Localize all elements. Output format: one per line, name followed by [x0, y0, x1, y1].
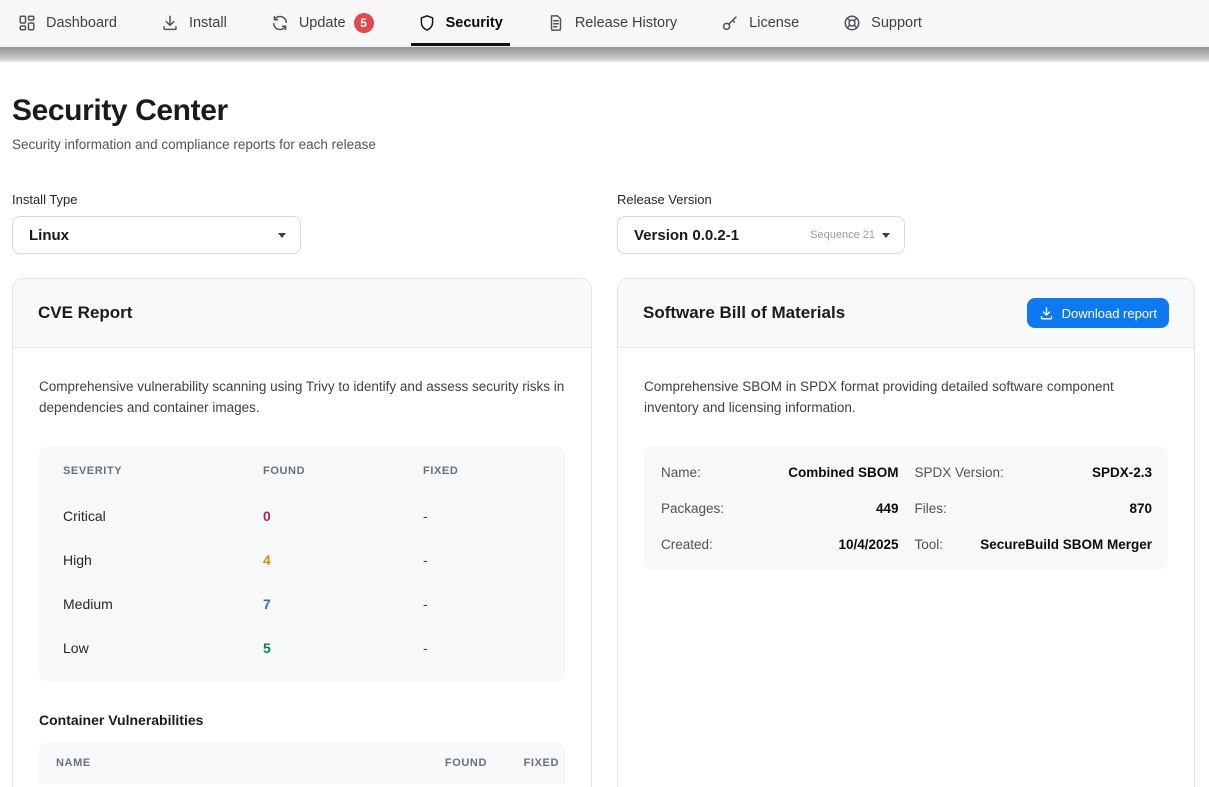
update-icon — [271, 14, 289, 32]
container-vulnerabilities-title: Container Vulnerabilities — [39, 712, 565, 728]
info-pair-files: Files: 870 — [915, 490, 1153, 526]
nav-tab-security[interactable]: Security — [418, 0, 503, 46]
nav-label: License — [749, 15, 799, 31]
found-value: 4 — [263, 552, 423, 568]
page-title: Security Center — [12, 94, 1197, 128]
download-report-button[interactable]: Download report — [1027, 298, 1169, 328]
info-value: SecureBuild SBOM Merger — [980, 537, 1152, 552]
filters-row: Install Type Linux Release Version Versi… — [12, 192, 1197, 254]
nav-tab-license[interactable]: License — [721, 0, 799, 46]
info-label: Created: — [661, 537, 713, 552]
install-icon — [161, 14, 179, 32]
sbom-description: Comprehensive SBOM in SPDX format provid… — [644, 376, 1156, 418]
fixed-value: - — [423, 596, 565, 612]
sbom-info-grid: Name: Combined SBOM SPDX Version: SPDX-2… — [644, 446, 1168, 570]
sbom-card-title: Software Bill of Materials — [643, 303, 845, 323]
install-type-select[interactable]: Linux — [12, 216, 301, 254]
release-version-select[interactable]: Version 0.0.2-1 Sequence 21 — [617, 216, 905, 254]
severity-label: Low — [63, 640, 263, 656]
severity-table-header: SEVERITY FOUND FIXED — [39, 448, 565, 494]
info-pair-name: Name: Combined SBOM — [661, 454, 899, 490]
severity-label: Critical — [63, 508, 263, 524]
sbom-card-header: Software Bill of Materials Download repo… — [618, 279, 1194, 348]
table-row-critical: Critical 0 - — [39, 494, 565, 538]
update-count-badge: 5 — [354, 13, 374, 33]
shield-icon — [418, 14, 436, 32]
table-row-medium: Medium 7 - — [39, 582, 565, 626]
container-table-header: NAME FOUND FIXED — [39, 742, 565, 784]
found-value: 7 — [263, 596, 423, 612]
sbom-card: Software Bill of Materials Download repo… — [617, 278, 1195, 787]
info-pair-tool: Tool: SecureBuild SBOM Merger — [915, 526, 1153, 562]
release-version-filter: Release Version Version 0.0.2-1 Sequence… — [617, 192, 905, 254]
cve-card-header: CVE Report — [13, 279, 591, 348]
info-value: 870 — [1129, 501, 1152, 516]
nav-label: Support — [871, 15, 922, 31]
info-pair-spdx-version: SPDX Version: SPDX-2.3 — [915, 454, 1153, 490]
fixed-column-header: FIXED — [423, 465, 565, 477]
sequence-label: Sequence 21 — [810, 229, 875, 241]
chevron-down-icon — [882, 233, 890, 238]
key-icon — [721, 14, 739, 32]
fixed-value: - — [423, 640, 565, 656]
fixed-column-header: FIXED — [520, 757, 559, 769]
download-icon — [1039, 306, 1054, 321]
nav-label: Security — [446, 15, 503, 31]
found-value: 5 — [263, 640, 423, 656]
info-label: SPDX Version: — [915, 465, 1004, 480]
install-type-value: Linux — [29, 227, 69, 244]
sbom-card-body: Comprehensive SBOM in SPDX format provid… — [618, 348, 1194, 598]
found-column-header: FOUND — [263, 465, 423, 477]
nav-label: Dashboard — [46, 15, 117, 31]
release-version-value: Version 0.0.2-1 — [634, 227, 739, 244]
fixed-value: - — [423, 552, 565, 568]
cve-card-body: Comprehensive vulnerability scanning usi… — [13, 348, 591, 787]
nav-label: Install — [189, 15, 227, 31]
info-label: Packages: — [661, 501, 724, 516]
nav-label: Release History — [575, 15, 677, 31]
fixed-value: - — [423, 508, 565, 524]
info-label: Files: — [915, 501, 947, 516]
info-value: 449 — [876, 501, 899, 516]
report-cards-row: CVE Report Comprehensive vulnerability s… — [12, 278, 1197, 787]
cve-card-title: CVE Report — [38, 303, 132, 323]
severity-label: Medium — [63, 596, 263, 612]
nav-tab-release-history[interactable]: Release History — [547, 0, 677, 46]
table-row-low: Low 5 - — [39, 626, 565, 670]
info-label: Name: — [661, 465, 701, 480]
release-version-label: Release Version — [617, 192, 905, 207]
main-content: Security Center Security information and… — [0, 94, 1209, 787]
name-column-header: NAME — [56, 757, 409, 769]
download-report-label: Download report — [1062, 306, 1157, 321]
info-value: Combined SBOM — [788, 465, 898, 480]
dashboard-icon — [18, 14, 36, 32]
header-shadow-band — [0, 47, 1209, 62]
info-pair-created: Created: 10/4/2025 — [661, 526, 899, 562]
info-pair-packages: Packages: 449 — [661, 490, 899, 526]
top-navigation: Dashboard Install Update 5 Security Rele… — [0, 0, 1209, 47]
nav-tab-support[interactable]: Support — [843, 0, 922, 46]
lifebuoy-icon — [843, 14, 861, 32]
nav-tab-dashboard[interactable]: Dashboard — [18, 0, 117, 46]
found-column-header: FOUND — [442, 757, 487, 769]
info-label: Tool: — [915, 537, 944, 552]
chevron-down-icon — [278, 233, 286, 238]
severity-table: SEVERITY FOUND FIXED Critical 0 - High 4… — [39, 446, 565, 682]
nav-label: Update — [299, 15, 346, 31]
severity-label: High — [63, 552, 263, 568]
severity-column-header: SEVERITY — [63, 465, 263, 477]
document-icon — [547, 14, 565, 32]
cve-description: Comprehensive vulnerability scanning usi… — [39, 376, 565, 418]
info-value: 10/4/2025 — [838, 537, 898, 552]
table-row-high: High 4 - — [39, 538, 565, 582]
nav-tab-install[interactable]: Install — [161, 0, 227, 46]
install-type-label: Install Type — [12, 192, 301, 207]
cve-report-card: CVE Report Comprehensive vulnerability s… — [12, 278, 592, 787]
found-value: 0 — [263, 508, 423, 524]
info-value: SPDX-2.3 — [1092, 465, 1152, 480]
install-type-filter: Install Type Linux — [12, 192, 301, 254]
page-subtitle: Security information and compliance repo… — [12, 137, 1197, 152]
nav-tab-update[interactable]: Update 5 — [271, 0, 374, 46]
